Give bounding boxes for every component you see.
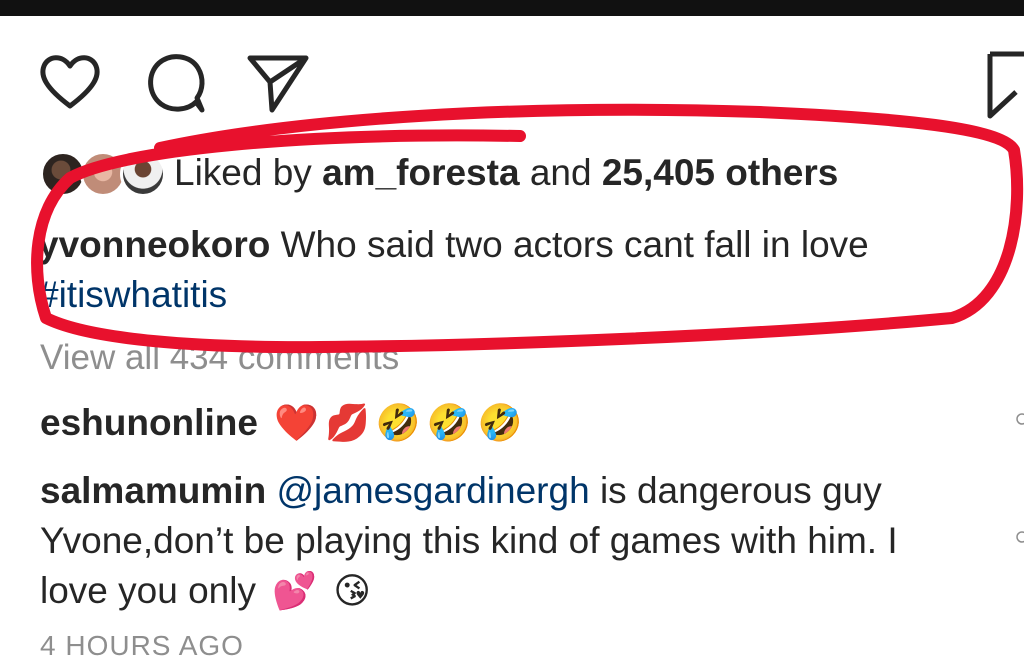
heart-icon[interactable]	[38, 52, 102, 110]
comment-username[interactable]: eshunonline	[40, 402, 258, 443]
two-hearts-emoji: 💕	[272, 570, 318, 611]
kiss-face-emoji: 😘	[333, 570, 371, 611]
status-bar	[0, 0, 1024, 16]
likes-prefix: Liked by	[174, 152, 312, 193]
likes-conjunction: and	[529, 152, 592, 193]
post-caption: yvonneokoro Who said two actors cant fal…	[38, 220, 998, 320]
likes-count[interactable]: 25,405 others	[602, 152, 839, 193]
post-timestamp: 4 HOURS AGO	[40, 630, 244, 661]
avatar	[120, 151, 166, 197]
kiss-mark-emoji: 💋	[325, 402, 370, 443]
rofl-emoji: 🤣	[426, 402, 472, 443]
rofl-emoji: 🤣	[477, 402, 523, 443]
post-action-bar	[0, 40, 1024, 120]
comment-item: eshunonline ❤️ 💋 🤣 🤣 🤣	[40, 398, 960, 448]
comment-like-icon[interactable]	[1012, 412, 1024, 426]
liker-avatars	[40, 148, 166, 198]
likes-text: Liked by am_foresta and 25,405 others	[174, 152, 838, 194]
caption-username[interactable]: yvonneokoro	[38, 224, 270, 265]
bookmark-icon[interactable]	[986, 50, 1024, 120]
red-heart-emoji: ❤️	[274, 402, 320, 443]
view-all-comments-link[interactable]: View all 434 comments	[40, 338, 399, 378]
share-icon[interactable]	[246, 52, 310, 114]
rofl-emoji: 🤣	[375, 402, 421, 443]
likes-summary[interactable]: Liked by am_foresta and 25,405 others	[40, 145, 838, 201]
liker-username[interactable]: am_foresta	[322, 152, 519, 193]
comment-mention[interactable]: @jamesgardinergh	[276, 470, 589, 511]
comment-icon[interactable]	[144, 52, 206, 114]
comment-username[interactable]: salmamumin	[40, 470, 266, 511]
comment-item: salmamumin @jamesgardinergh is dangerous…	[40, 466, 960, 616]
comment-like-icon[interactable]	[1012, 530, 1024, 544]
caption-text: Who said two actors cant fall in love	[280, 224, 869, 265]
caption-hashtag[interactable]: #itiswhatitis	[38, 274, 227, 315]
